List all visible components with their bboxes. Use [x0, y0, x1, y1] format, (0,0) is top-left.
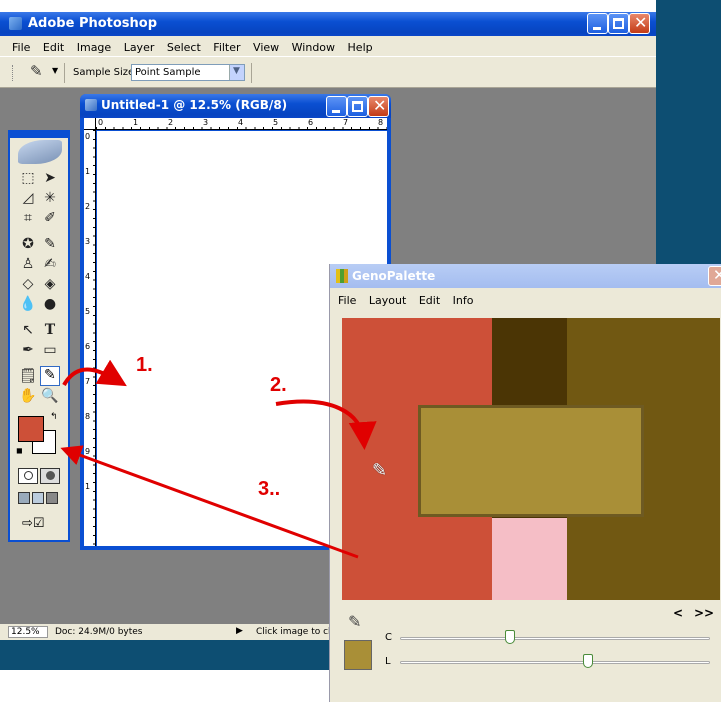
arrow-3 — [60, 445, 359, 559]
arrow-2 — [275, 399, 377, 450]
annotation-step-3: 3.. — [258, 478, 281, 500]
annotation-step-1: 1. — [136, 354, 153, 376]
annotation-overlay — [60, 359, 377, 559]
arrow-1 — [62, 359, 127, 387]
annotation-step-2: 2. — [270, 374, 287, 396]
